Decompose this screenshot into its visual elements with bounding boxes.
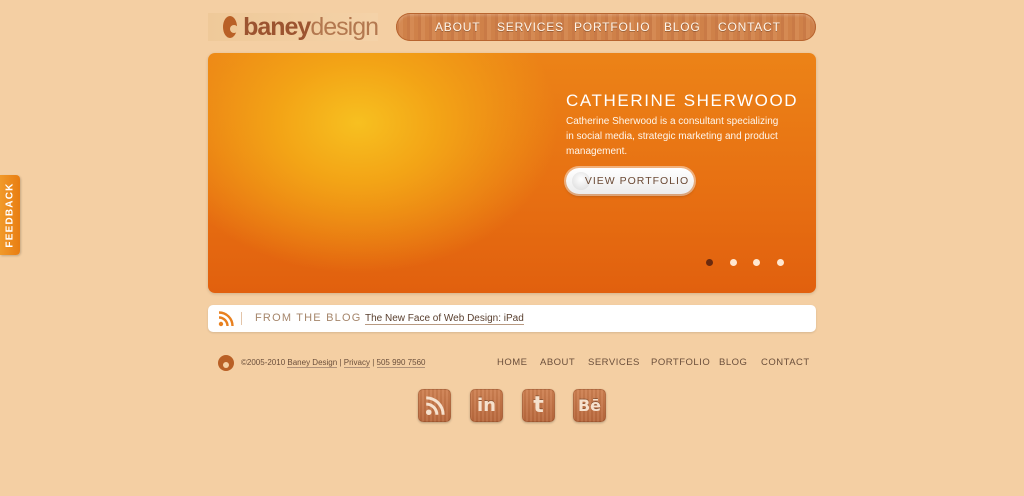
social-rss-button[interactable] (418, 389, 451, 422)
feedback-label: FEEDBACK (4, 182, 16, 248)
view-portfolio-button[interactable]: VIEW PORTFOLIO (566, 168, 694, 194)
nav-item-about[interactable]: ABOUT (435, 13, 480, 41)
blog-divider (241, 312, 242, 325)
latest-blog-post-text: The New Face of Web Design: iPad (365, 313, 524, 325)
nav-item-contact[interactable]: CONTACT (718, 13, 781, 41)
logo-mark-icon (223, 16, 239, 38)
view-portfolio-label: VIEW PORTFOLIO (584, 175, 690, 187)
copyright-text: ©2005-2010 (241, 358, 286, 367)
footer-nav-about[interactable]: ABOUT (540, 357, 575, 368)
footer-nav-home[interactable]: HOME (497, 357, 528, 368)
feedback-tab[interactable]: FEEDBACK (0, 175, 20, 255)
from-the-blog-label: FROM THE BLOG (255, 312, 362, 324)
privacy-link[interactable]: Privacy (343, 358, 370, 368)
slide-dot-3[interactable] (753, 259, 760, 266)
social-twitter-button[interactable]: t (522, 389, 555, 422)
behance-icon: Bē (577, 396, 602, 415)
blog-bar: FROM THE BLOG The New Face of Web Design… (208, 305, 816, 332)
slide-dot-4[interactable] (777, 259, 784, 266)
logo[interactable]: baneydesign (208, 12, 379, 41)
latest-blog-post-link[interactable]: The New Face of Web Design: iPad (365, 305, 524, 333)
rss-icon[interactable] (218, 311, 234, 327)
hero-title: CATHERINE SHERWOOD (566, 91, 799, 110)
linkedin-icon: in (477, 395, 496, 416)
rss-icon (425, 395, 445, 415)
social-behance-button[interactable]: Bē (573, 389, 606, 422)
twitter-icon: t (533, 393, 544, 418)
nav-item-portfolio[interactable]: PORTFOLIO (574, 13, 650, 41)
footer-nav-contact[interactable]: CONTACT (761, 357, 810, 368)
main-nav: ABOUT SERVICES PORTFOLIO BLOG CONTACT (396, 13, 816, 41)
copyright: ©2005-2010 Baney Design | Privacy | 505 … (241, 358, 426, 368)
logo-text-bold: baney (243, 12, 311, 41)
nav-item-blog[interactable]: BLOG (664, 13, 701, 41)
slide-dot-2[interactable] (730, 259, 737, 266)
footer-logo-icon (218, 355, 234, 371)
social-linkedin-button[interactable]: in (470, 389, 503, 422)
copyright-separator-2: | (372, 358, 375, 367)
logo-text: baneydesign (243, 12, 379, 41)
footer-nav-blog[interactable]: BLOG (719, 357, 747, 368)
slide-dot-1[interactable] (706, 259, 713, 266)
page-container: baneydesign ABOUT SERVICES PORTFOLIO BLO… (208, 0, 816, 496)
footer-nav-portfolio[interactable]: PORTFOLIO (651, 357, 710, 368)
copyright-separator-1: | (339, 358, 342, 367)
company-link[interactable]: Baney Design (287, 358, 338, 368)
phone-link[interactable]: 505 990 7560 (376, 358, 426, 368)
logo-text-light: design (310, 12, 379, 41)
hero-slider: CATHERINE SHERWOOD Catherine Sherwood is… (208, 53, 816, 293)
footer-nav-services[interactable]: SERVICES (588, 357, 640, 368)
nav-item-services[interactable]: SERVICES (497, 13, 564, 41)
hero-description: Catherine Sherwood is a consultant speci… (566, 116, 779, 157)
